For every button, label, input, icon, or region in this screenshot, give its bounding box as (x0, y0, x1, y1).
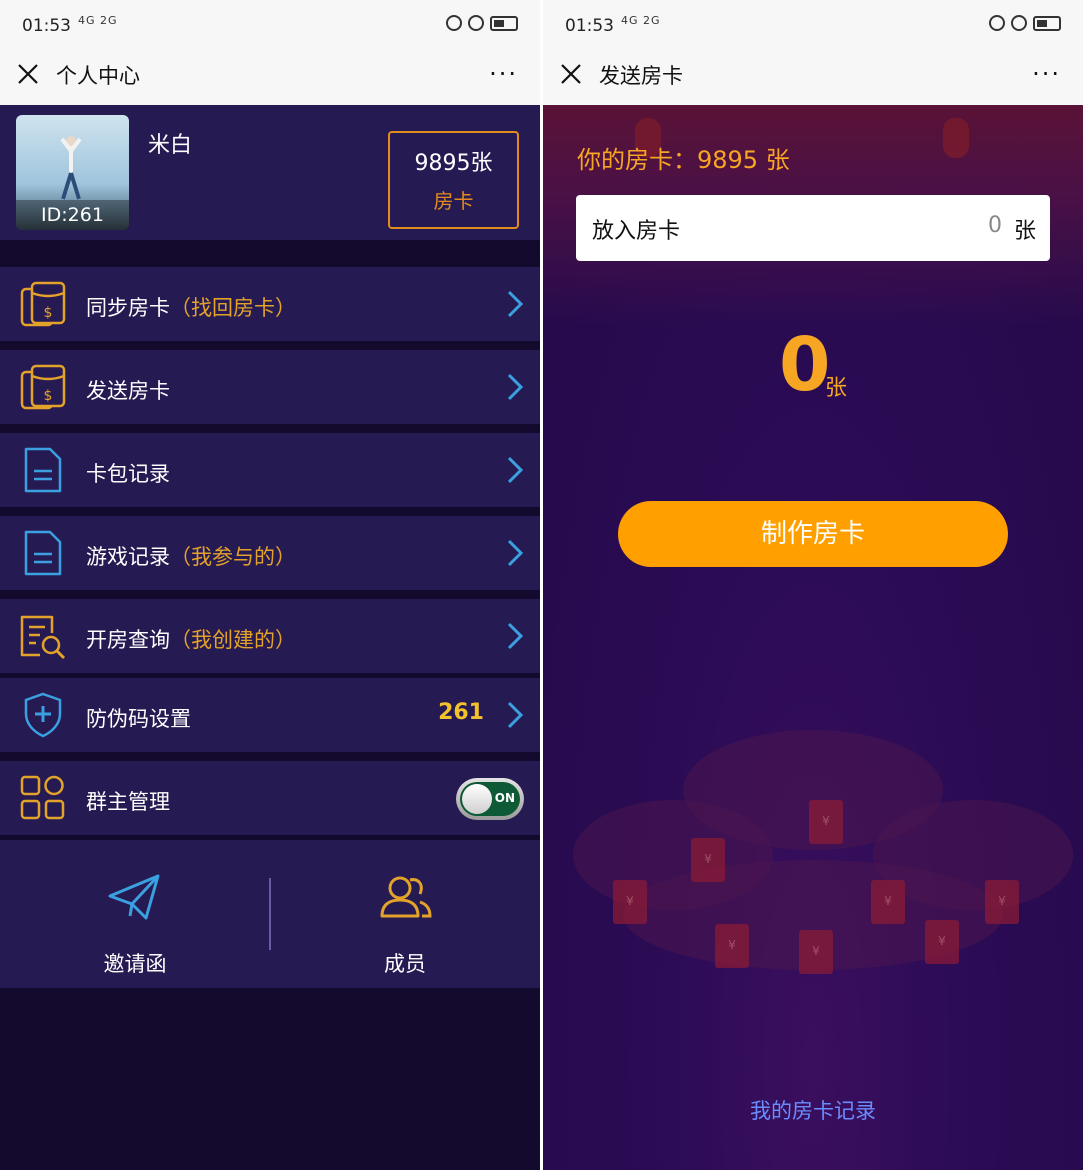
more-icon[interactable]: ··· (489, 60, 518, 88)
menu-label: 防伪码设置 (86, 707, 191, 731)
red-envelope-decoration (925, 920, 959, 964)
menu-item-room-query[interactable]: 开房查询（我创建的） (0, 599, 540, 673)
title-bar: 个人中心 ··· (0, 52, 540, 105)
close-icon[interactable] (16, 62, 40, 86)
menu-label: 游戏记录（我参与的） (86, 545, 296, 569)
alarm-icon (1011, 15, 1027, 31)
card-quantity-input[interactable]: 放入房卡 0 张 (576, 195, 1050, 261)
red-envelope-decoration (715, 924, 749, 968)
red-envelope-decoration (691, 838, 725, 882)
status-icons (446, 15, 518, 31)
search-document-icon (20, 615, 66, 660)
invite-button[interactable]: 邀请函 (0, 840, 270, 988)
red-envelope-decoration (613, 880, 647, 924)
svg-text:$: $ (44, 305, 53, 321)
make-card-button[interactable]: 制作房卡 (618, 501, 1008, 567)
card-balance-text: 你的房卡：9895 张 (577, 146, 790, 174)
battery-icon (490, 15, 518, 31)
toggle-knob (462, 784, 492, 814)
status-icons (989, 15, 1061, 31)
paper-plane-icon (108, 874, 160, 920)
input-label: 放入房卡 (592, 219, 681, 244)
right-screen: 01:53 4G 2G 发送房卡 ··· 你的房卡：9895 张 放入房卡 0 … (543, 0, 1083, 1170)
input-value[interactable]: 0 (988, 213, 1002, 238)
menu-label: 群主管理 (86, 790, 170, 814)
toggle-track: ON (460, 782, 520, 816)
grid-icon (20, 775, 65, 820)
lantern-decoration (943, 118, 969, 158)
coin-card-icon: $ (20, 281, 66, 327)
selected-card-count: 0 (779, 322, 831, 408)
input-unit: 张 (1013, 219, 1036, 244)
chevron-right-icon (507, 701, 524, 729)
menu-label: 发送房卡 (86, 379, 170, 403)
menu-label: 开房查询（我创建的） (86, 628, 296, 652)
red-envelope-decoration (871, 880, 905, 924)
page-title: 发送房卡 (599, 64, 683, 88)
chevron-right-icon (507, 373, 524, 401)
avatar[interactable]: ID:261 (16, 115, 129, 230)
status-bar: 01:53 4G 2G (0, 0, 540, 52)
menu-item-game-records[interactable]: 游戏记录（我参与的） (0, 516, 540, 590)
lock-rotation-icon (989, 15, 1005, 31)
profile-card: ID:261 米白 9895张 房卡 (0, 105, 540, 240)
menu-item-group-admin: 群主管理 ON (0, 761, 540, 835)
menu-item-sync-cards[interactable]: $ 同步房卡（找回房卡） (0, 267, 540, 341)
signal-indicator: 4G 2G (621, 14, 661, 27)
signal-indicator: 4G 2G (78, 14, 118, 27)
room-card-balance: 9895张 房卡 (388, 131, 519, 229)
status-time: 01:53 (22, 16, 71, 36)
status-time: 01:53 (565, 16, 614, 36)
lock-rotation-icon (446, 15, 462, 31)
close-icon[interactable] (559, 62, 583, 86)
chevron-right-icon (507, 456, 524, 484)
card-count: 9895张 (414, 151, 493, 176)
left-screen: 01:53 4G 2G 个人中心 ··· ID:261 米白 9895张 房卡 (0, 0, 540, 1170)
menu-item-card-records[interactable]: 卡包记录 (0, 433, 540, 507)
card-label: 房卡 (433, 189, 474, 213)
menu-item-anticounterfeit[interactable]: 防伪码设置 261 (0, 678, 540, 752)
red-envelope-decoration (985, 880, 1019, 924)
user-id: ID:261 (16, 200, 129, 230)
selected-card-unit: 张 (825, 376, 848, 401)
more-icon[interactable]: ··· (1032, 60, 1061, 88)
page-title: 个人中心 (56, 64, 140, 88)
svg-text:$: $ (44, 388, 53, 404)
shield-plus-icon (24, 692, 62, 738)
battery-icon (1033, 15, 1061, 31)
bottom-actions: 邀请函 成员 (0, 840, 540, 988)
group-admin-toggle[interactable]: ON (456, 778, 524, 820)
anticounterfeit-code: 261 (438, 700, 484, 725)
chevron-right-icon (507, 539, 524, 567)
username: 米白 (148, 133, 193, 158)
menu-label: 卡包记录 (86, 462, 170, 486)
coin-card-icon: $ (20, 364, 66, 410)
invite-label: 邀请函 (103, 952, 167, 976)
my-card-records-link[interactable]: 我的房卡记录 (543, 1095, 1083, 1125)
members-button[interactable]: 成员 (270, 840, 540, 988)
person-figure-icon (60, 136, 82, 200)
status-bar: 01:53 4G 2G (543, 0, 1083, 52)
alarm-icon (468, 15, 484, 31)
toggle-state: ON (494, 791, 515, 805)
title-bar: 发送房卡 ··· (543, 52, 1083, 105)
red-envelope-decoration (799, 930, 833, 974)
red-envelope-decoration (809, 800, 843, 844)
document-icon (24, 530, 62, 576)
chevron-right-icon (507, 290, 524, 318)
document-icon (24, 447, 62, 493)
members-label: 成员 (384, 952, 426, 976)
chevron-right-icon (507, 622, 524, 650)
menu-label: 同步房卡（找回房卡） (86, 296, 296, 320)
members-icon (380, 876, 432, 918)
menu-item-send-cards[interactable]: $ 发送房卡 (0, 350, 540, 424)
